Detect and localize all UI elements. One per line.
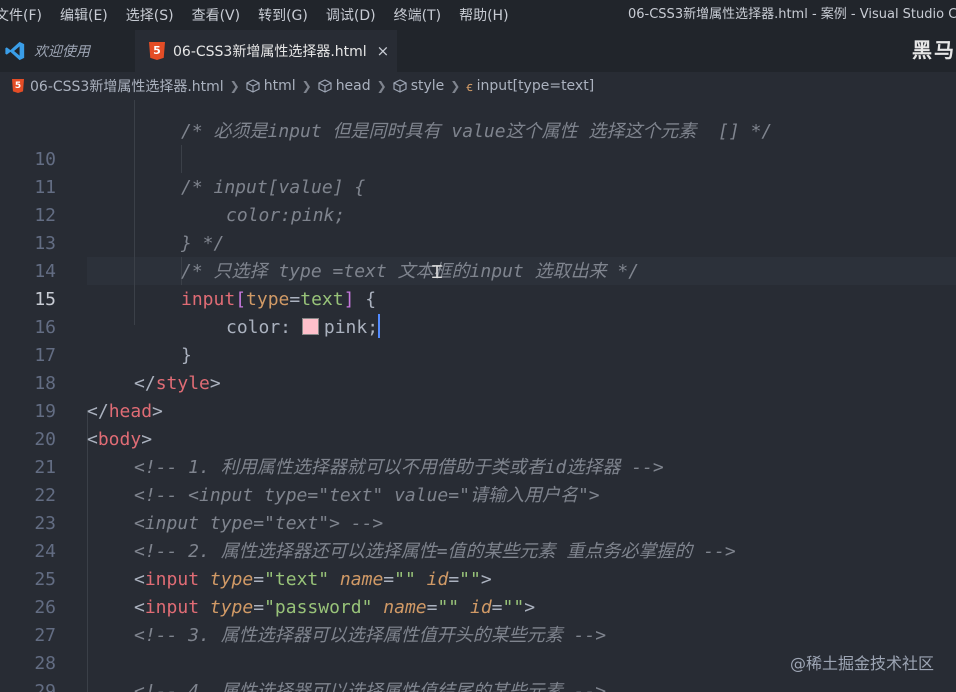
code-line: 25 <input type="password" name="" id="">	[0, 538, 956, 618]
code-line: 23 <!-- 2. 属性选择器还可以选择属性=值的某些元素 重点务必掌握的 -…	[0, 482, 956, 562]
css-selector-icon: ꞓ	[466, 80, 473, 95]
tab-bar: 欢迎使用 5 06-CSS3新增属性选择器.html ×	[0, 30, 956, 72]
tab-welcome[interactable]: 欢迎使用	[0, 30, 135, 72]
chevron-right-icon: ❯	[376, 79, 387, 93]
code-editor[interactable]: /* 必须是input 但是同时具有 value这个属性 选择这个元素 [] *…	[0, 100, 956, 692]
breadcrumb: 5 06-CSS3新增属性选择器.html ❯ html ❯ head ❯ st…	[0, 72, 956, 100]
breadcrumb-file-label: 06-CSS3新增属性选择器.html	[30, 79, 224, 95]
code-line: 19 <body>	[0, 370, 956, 450]
chevron-right-icon: ❯	[229, 79, 240, 93]
tab-active-label: 06-CSS3新增属性选择器.html	[173, 44, 367, 60]
code-line: 27	[0, 594, 956, 646]
breadcrumb-html-label: html	[263, 78, 296, 94]
breadcrumb-head[interactable]: head	[318, 78, 371, 94]
cube-icon	[246, 79, 260, 93]
window-title: 06-CSS3新增属性选择器.html - 案例 - Visual Studio…	[628, 7, 956, 22]
cube-icon	[318, 79, 332, 93]
code-line: 16 }	[0, 286, 956, 366]
menu-help[interactable]: 帮助(H)	[450, 5, 517, 25]
menu-file[interactable]: 文件(F)	[0, 5, 51, 25]
code-text: <!-- 4. 属性选择器可以选择属性值结尾的某些元素 -->	[134, 681, 607, 692]
menu-selection[interactable]: 选择(S)	[117, 5, 183, 25]
code-line: 17 </style>	[0, 314, 956, 394]
html5-icon: 5	[12, 79, 24, 93]
tab-active-file[interactable]: 5 06-CSS3新增属性选择器.html ×	[135, 30, 397, 72]
tab-welcome-label: 欢迎使用	[34, 44, 90, 60]
html5-icon: 5	[149, 42, 165, 60]
line-number: 29	[34, 681, 56, 692]
chevron-right-icon: ❯	[450, 79, 461, 93]
menu-terminal[interactable]: 终端(T)	[385, 5, 450, 25]
code-line: 26 <!-- 3. 属性选择器可以选择属性值开头的某些元素 -->	[0, 566, 956, 646]
vscode-icon	[5, 41, 25, 61]
breadcrumb-html[interactable]: html	[246, 78, 296, 94]
code-line: 11 color:pink;	[0, 146, 956, 226]
code-line-active: 15 color: pink;	[0, 258, 956, 338]
breadcrumb-file[interactable]: 5 06-CSS3新增属性选择器.html	[0, 76, 224, 96]
code-line: 13 /* 只选择 type =text 文本框的input 选取出来 */	[0, 202, 956, 282]
ibeam-cursor-icon: Ɪ	[432, 262, 443, 283]
cube-icon	[393, 79, 407, 93]
code-line: /* 必须是input 但是同时具有 value这个属性 选择这个元素 [] *…	[0, 100, 956, 142]
breadcrumb-selector[interactable]: ꞓ input[type=text]	[466, 77, 594, 95]
code-line: 28 <!-- 4. 属性选择器可以选择属性值结尾的某些元素 -->	[0, 622, 956, 692]
brand-watermark: 黑马	[912, 38, 956, 62]
code-line: 20 <!-- 1. 利用属性选择器就可以不用借助于类或者id选择器 -->	[0, 398, 956, 478]
breadcrumb-style[interactable]: style	[393, 78, 445, 94]
code-line: 24 <input type="text" name="" id="">	[0, 510, 956, 590]
breadcrumb-style-label: style	[410, 78, 445, 94]
code-line: 12 } */	[0, 174, 956, 254]
watermark: @稀土掘金技术社区	[789, 654, 934, 673]
code-line: 10 /* input[value] {	[0, 118, 956, 198]
code-line: 14 input[type=text] {	[0, 230, 956, 310]
menu-go[interactable]: 转到(G)	[249, 5, 317, 25]
menu-view[interactable]: 查看(V)	[183, 5, 250, 25]
code-line: 22 <input type="text"> -->	[0, 454, 956, 534]
chevron-right-icon: ❯	[301, 79, 312, 93]
breadcrumb-selector-label: input[type=text]	[476, 78, 595, 94]
code-line: 21 <!-- <input type="text" value="请输入用户名…	[0, 426, 956, 506]
breadcrumb-head-label: head	[335, 78, 371, 94]
menu-debug[interactable]: 调试(D)	[317, 5, 385, 25]
menu-edit[interactable]: 编辑(E)	[51, 5, 117, 25]
close-icon[interactable]: ×	[377, 42, 390, 60]
code-line: 18 </head>	[0, 342, 956, 422]
